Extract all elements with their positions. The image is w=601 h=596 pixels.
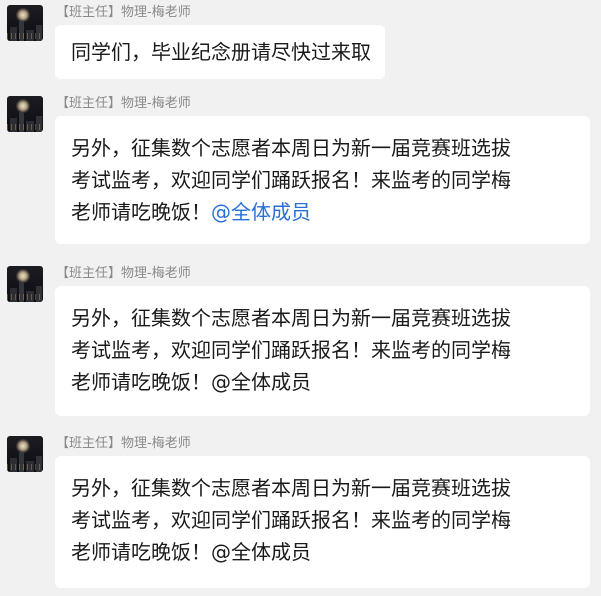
message-bubble[interactable]: 另外，征集数个志愿者本周日为新一届竞赛班选拔 考试监考，欢迎同学们踊跃报名！来监… xyxy=(55,456,590,588)
chat-message: 【班主任】物理-梅老师 另外，征集数个志愿者本周日为新一届竞赛班选拔 考试监考，… xyxy=(0,431,601,596)
message-text-line: 另外，征集数个志愿者本周日为新一届竞赛班选拔 xyxy=(71,136,511,160)
sender-name: 物理-梅老师 xyxy=(121,96,191,111)
message-text: 老师请吃晚饭！ xyxy=(71,370,211,394)
sender-role: 【班主任】 xyxy=(56,5,122,20)
avatar[interactable] xyxy=(7,436,43,472)
message-bubble[interactable]: 另外，征集数个志愿者本周日为新一届竞赛班选拔 考试监考，欢迎同学们踊跃报名！来监… xyxy=(55,116,590,244)
chat-message: 【班主任】物理-梅老师 另外，征集数个志愿者本周日为新一届竞赛班选拔 考试监考，… xyxy=(0,261,601,421)
message-text: 老师请吃晚饭！ xyxy=(71,540,211,564)
chat-message: 【班主任】物理-梅老师 同学们，毕业纪念册请尽快过来取 xyxy=(0,0,601,80)
sender-role: 【班主任】 xyxy=(56,96,122,111)
message-text-line: 考试监考，欢迎同学们踊跃报名！来监考的同学梅 xyxy=(71,338,511,362)
message-text: 同学们，毕业纪念册请尽快过来取 xyxy=(71,40,371,64)
message-text-line: 另外，征集数个志愿者本周日为新一届竞赛班选拔 xyxy=(71,306,511,330)
message-bubble[interactable]: 同学们，毕业纪念册请尽快过来取 xyxy=(55,25,385,79)
sender-role: 【班主任】 xyxy=(56,436,122,451)
sender-name: 物理-梅老师 xyxy=(121,436,191,451)
avatar[interactable] xyxy=(7,96,43,132)
mention-all-link[interactable]: @全体成员 xyxy=(211,200,311,224)
message-text-line: 考试监考，欢迎同学们踊跃报名！来监考的同学梅 xyxy=(71,508,511,532)
avatar[interactable] xyxy=(7,5,43,41)
sender-label: 【班主任】物理-梅老师 xyxy=(56,265,191,283)
sender-label: 【班主任】物理-梅老师 xyxy=(56,4,191,22)
chat-message: 【班主任】物理-梅老师 另外，征集数个志愿者本周日为新一届竞赛班选拔 考试监考，… xyxy=(0,91,601,251)
message-bubble[interactable]: 另外，征集数个志愿者本周日为新一届竞赛班选拔 考试监考，欢迎同学们踊跃报名！来监… xyxy=(55,286,590,416)
mention-all-text: @全体成员 xyxy=(211,540,311,564)
message-text-line: 老师请吃晚饭！@全体成员 xyxy=(71,366,576,398)
chat-message-list: 【班主任】物理-梅老师 同学们，毕业纪念册请尽快过来取 【班主任】物理-梅老师 … xyxy=(0,0,601,596)
message-text-line: 老师请吃晚饭！@全体成员 xyxy=(71,196,576,228)
message-text-line: 考试监考，欢迎同学们踊跃报名！来监考的同学梅 xyxy=(71,168,511,192)
message-text-line: 另外，征集数个志愿者本周日为新一届竞赛班选拔 xyxy=(71,476,511,500)
avatar[interactable] xyxy=(7,266,43,302)
message-text-line: 老师请吃晚饭！@全体成员 xyxy=(71,536,576,568)
sender-label: 【班主任】物理-梅老师 xyxy=(56,95,191,113)
sender-role: 【班主任】 xyxy=(56,266,122,281)
sender-name: 物理-梅老师 xyxy=(121,5,191,20)
mention-all-text: @全体成员 xyxy=(211,370,311,394)
message-text: 老师请吃晚饭！ xyxy=(71,200,211,224)
sender-name: 物理-梅老师 xyxy=(121,266,191,281)
sender-label: 【班主任】物理-梅老师 xyxy=(56,435,191,453)
